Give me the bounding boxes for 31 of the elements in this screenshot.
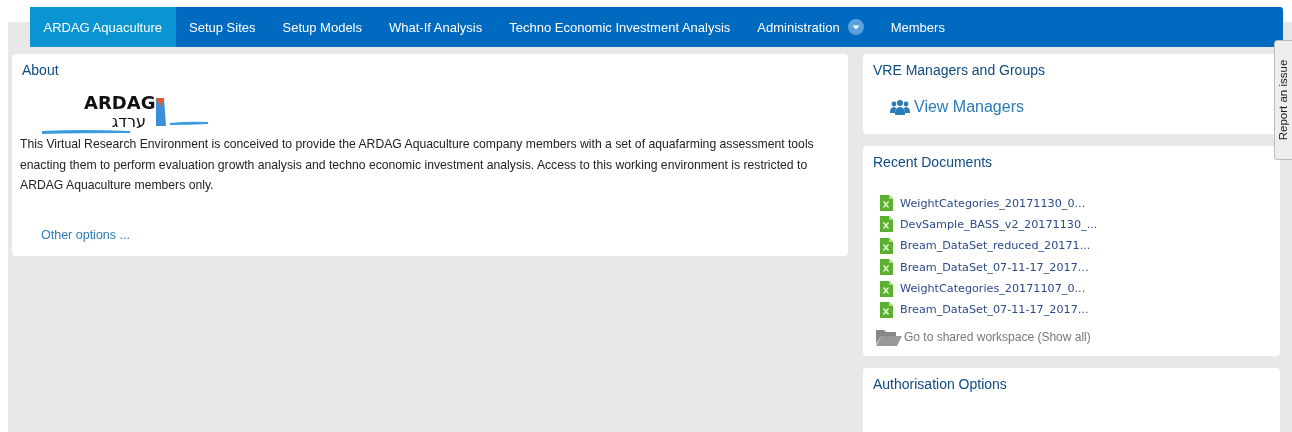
spreadsheet-file-icon xyxy=(880,301,893,318)
shared-workspace-link[interactable]: Go to shared workspace (Show all) xyxy=(904,329,1091,344)
spreadsheet-file-icon xyxy=(880,216,893,233)
dropdown-icon[interactable] xyxy=(847,19,864,35)
other-options-link[interactable]: Other options ... xyxy=(41,227,130,242)
users-icon xyxy=(890,99,910,115)
spreadsheet-file-icon xyxy=(880,280,893,297)
document-link[interactable]: Bream_DataSet_reduced_20171... xyxy=(900,239,1091,253)
document-link[interactable]: WeightCategories_20171107_0... xyxy=(900,282,1086,296)
nav-tab[interactable]: Setup Models xyxy=(269,7,376,47)
folder-icon xyxy=(876,327,902,346)
document-link[interactable]: WeightCategories_20171130_0... xyxy=(900,196,1086,210)
card-title: VRE Managers and Groups xyxy=(873,62,1046,78)
document-link[interactable]: Bream_DataSet_07-11-17_2017... xyxy=(900,260,1089,274)
view-managers-link[interactable]: View Managers xyxy=(914,98,1024,116)
nav-tab[interactable]: ARDAG Aquaculture xyxy=(30,7,176,47)
nav-tab[interactable]: Administration xyxy=(743,7,878,47)
document-link[interactable]: DevSample_BASS_v2_20171130_... xyxy=(900,217,1098,231)
spreadsheet-file-icon xyxy=(880,237,893,254)
document-link[interactable]: Bream_DataSet_07-11-17_2017... xyxy=(900,303,1089,317)
nav-tab[interactable]: Techno Economic Investment Analysis xyxy=(495,7,744,47)
nav-tab[interactable]: What-If Analysis xyxy=(375,7,496,47)
card-title: Recent Documents xyxy=(873,154,994,170)
card-title: About xyxy=(22,62,60,78)
card-title: Authorisation Options xyxy=(873,375,1008,392)
about-text: This Virtual Research Environment is conceived to provide the ARDAG Aquaculture company members with a set of aquafarming assessment tools enacting them to perform evaluation growth analysis and techno economic investment analysis. Access to this working environment is restricted to ARDAG Aquaculture members only. xyxy=(20,136,815,194)
spreadsheet-file-icon xyxy=(880,259,893,276)
spreadsheet-file-icon xyxy=(880,195,893,211)
nav-tab[interactable]: Setup Sites xyxy=(175,7,269,47)
report-issue-tab[interactable]: Report an issue xyxy=(1274,40,1292,160)
nav-tab[interactable]: Members xyxy=(877,7,959,47)
